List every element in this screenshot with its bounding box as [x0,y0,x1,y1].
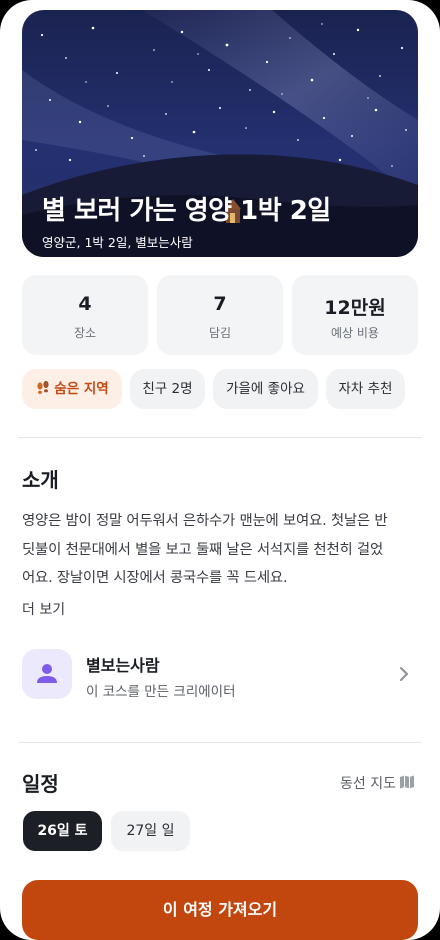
stat-label: 예상 비용 [331,326,379,340]
phone-screen: 별 보러 가는 영양 1박 2일 영양군, 1박 2일, 별보는사람 4 장소 … [0,0,440,940]
stat-places: 4 장소 [22,275,148,355]
read-more-link[interactable]: 더 보기 [22,599,65,619]
route-map-label: 동선 지도 [340,776,396,792]
chevron-right-icon [400,667,408,681]
day-tab-sun[interactable]: 27일 일 [111,811,190,851]
intro-line: 딧불이 천문대에서 별을 보고 둘째 날은 서석지를 천천히 걸었 [22,541,383,558]
intro-line: 어요. 장날이면 시장에서 콩국수를 꼭 드세요. [22,570,288,586]
route-map-link[interactable]: 동선 지도 [340,773,415,793]
divider [18,437,422,438]
creator-row[interactable]: 별보는사람 이 코스를 만든 크리에이터 [22,649,418,701]
day-tab-sat[interactable]: 26일 토 [23,811,102,851]
stat-value: 7 [213,293,227,315]
tag-friends[interactable]: 친구 2명 [130,369,205,409]
tag-label: 숨은 지역 [54,381,109,397]
stat-value: 12만원 [324,297,386,319]
intro-line: 영양은 밤이 정말 어두워서 은하수가 맨눈에 보여요. 첫날은 반 [22,513,388,529]
divider [18,742,422,743]
stat-saves: 7 담김 [157,275,283,355]
creator-name: 별보는사람 [86,656,160,675]
tag-hidden-area[interactable]: 숨은 지역 [22,369,122,409]
import-trip-button[interactable]: 이 여정 가져오기 [22,880,418,940]
schedule-title: 일정 [22,772,59,796]
tag-autumn[interactable]: 가을에 좋아요 [213,369,318,409]
creator-description: 이 코스를 만든 크리에이터 [86,684,236,700]
trip-title: 별 보러 가는 영양 1박 2일 [42,196,331,226]
tag-label: 가을에 좋아요 [226,381,305,397]
avatar [22,649,72,699]
intro-text: 영양은 밤이 정말 어두워서 은하수가 맨눈에 보여요. 첫날은 반 딧불이 천… [22,507,422,593]
stat-label: 담김 [208,326,232,340]
tag-label: 자차 추천 [338,381,393,397]
stat-value: 4 [78,293,92,315]
stat-cost: 12만원 예상 비용 [292,275,418,355]
stat-label: 장소 [73,326,97,340]
hero-card[interactable]: 별 보러 가는 영양 1박 2일 영양군, 1박 2일, 별보는사람 [22,10,418,257]
tag-label: 친구 2명 [142,381,193,397]
footprints-icon [37,380,49,394]
trip-stats: 4 장소 7 담김 12만원 예상 비용 [22,275,418,355]
person-icon [37,664,57,683]
map-icon [400,775,414,789]
trip-subtitle: 영양군, 1박 2일, 별보는사람 [42,235,193,250]
intro-title: 소개 [22,468,59,492]
tag-car[interactable]: 자차 추천 [326,369,405,409]
